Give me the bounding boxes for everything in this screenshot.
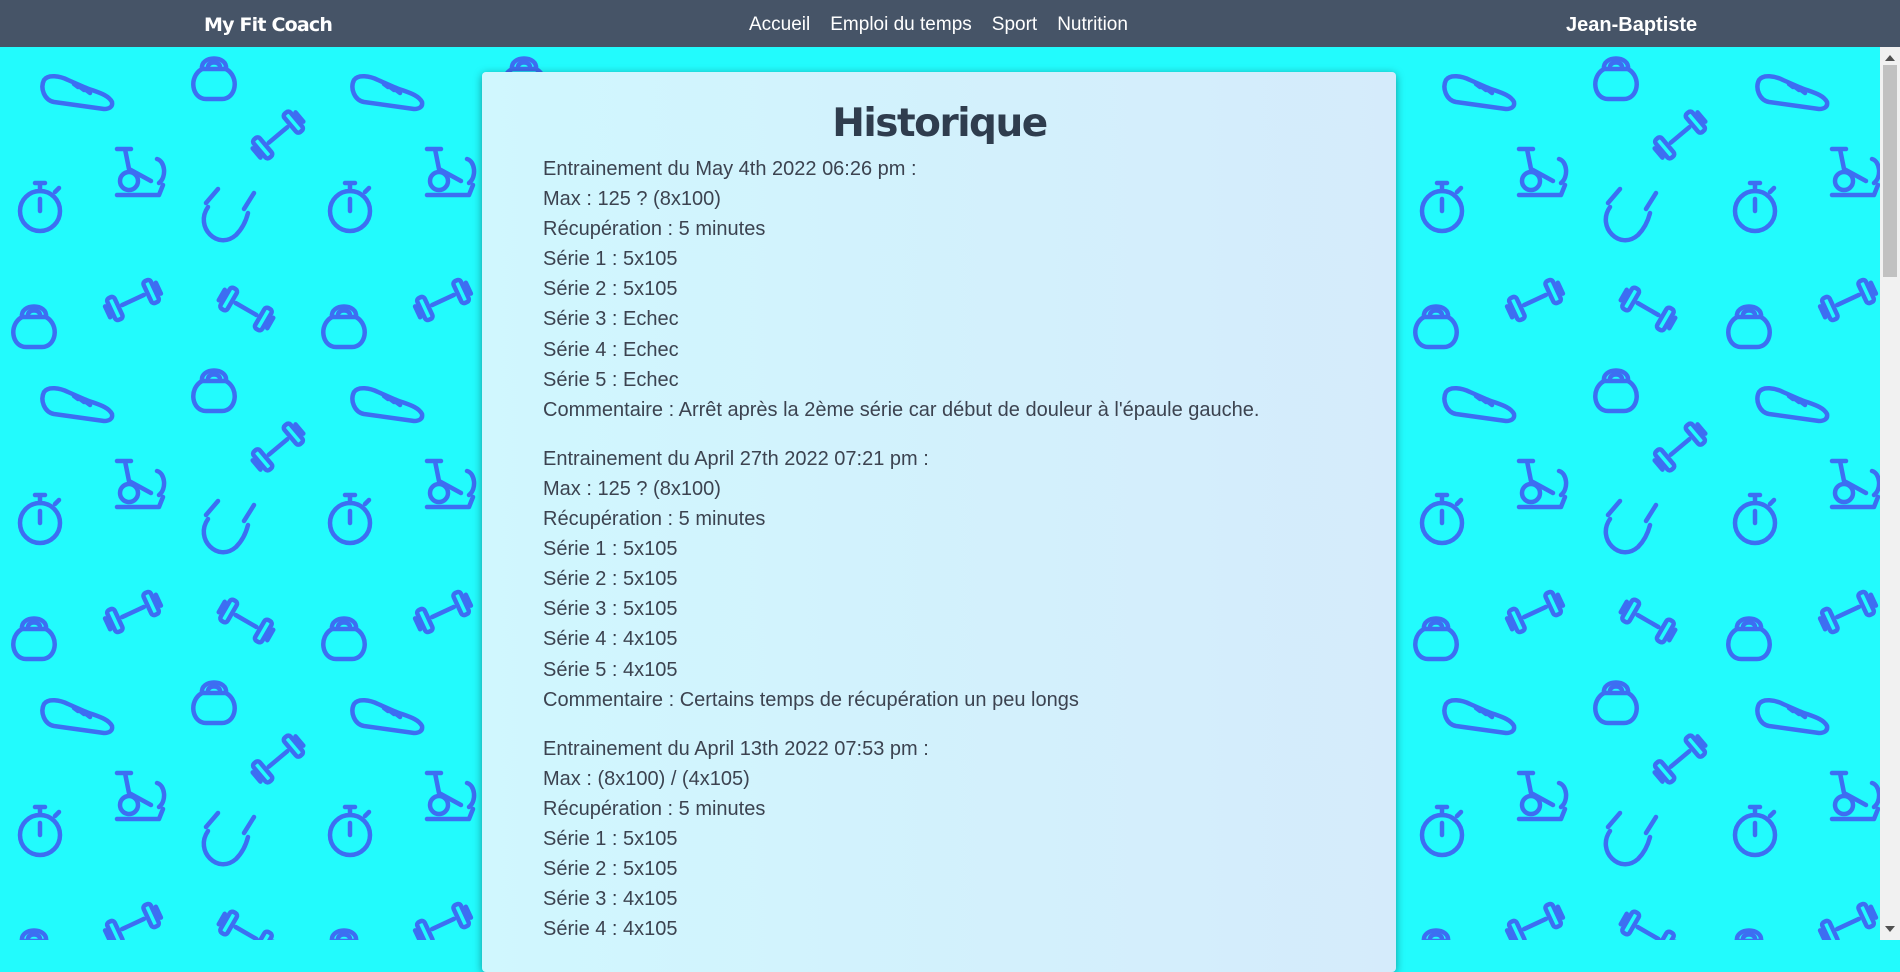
scroll-thumb[interactable] — [1883, 65, 1897, 277]
nav-link-sport[interactable]: Sport — [992, 0, 1037, 47]
series-item: Série 2 : 5x105 — [543, 278, 678, 301]
series-item: Série 2 : 5x105 — [543, 858, 678, 881]
session-entry: Entrainement du May 4th 2022 06:26 pm : … — [543, 154, 1336, 425]
series-item: Série 1 : 5x105 — [543, 538, 678, 561]
series-item: Série 2 : 5x105 — [543, 568, 678, 591]
session-recovery: Récupération : 5 minutes — [543, 508, 766, 531]
series-item: Série 5 : 4x105 — [543, 658, 678, 681]
nav-link-accueil[interactable]: Accueil — [749, 0, 810, 47]
nav-link-nutrition[interactable]: Nutrition — [1057, 0, 1128, 47]
scroll-down-arrow-icon[interactable] — [1885, 926, 1895, 932]
series-item: Série 3 : 4x105 — [543, 888, 678, 911]
top-navbar: My Fit Coach Accueil Emploi du temps Spo… — [0, 0, 1900, 47]
session-max: Max : 125 ? (8x100) — [543, 477, 721, 500]
session-comment: Commentaire : Certains temps de récupéra… — [543, 688, 1079, 711]
session-max: Max : (8x100) / (4x105) — [543, 767, 750, 790]
session-entry: Entrainement du April 27th 2022 07:21 pm… — [543, 444, 1336, 715]
scroll-up-arrow-icon[interactable] — [1885, 55, 1895, 61]
series-item: Série 4 : 4x105 — [543, 628, 678, 651]
series-item: Série 5 : Echec — [543, 368, 679, 391]
session-comment: Commentaire : Arrêt après la 2ème série … — [543, 398, 1260, 421]
session-header: Entrainement du April 13th 2022 07:53 pm… — [543, 737, 929, 760]
user-name[interactable]: Jean-Baptiste — [1566, 0, 1697, 50]
session-entry: Entrainement du April 13th 2022 07:53 pm… — [543, 734, 1336, 945]
session-header: Entrainement du May 4th 2022 06:26 pm : — [543, 158, 917, 180]
session-recovery: Récupération : 5 minutes — [543, 218, 766, 241]
series-item: Série 3 : 5x105 — [543, 598, 678, 621]
session-max: Max : 125 ? (8x100) — [543, 188, 721, 211]
series-item: Série 1 : 5x105 — [543, 248, 678, 271]
series-item: Série 3 : Echec — [543, 308, 679, 331]
nav-links: Accueil Emploi du temps Sport Nutrition — [749, 0, 1148, 47]
series-item: Série 4 : Echec — [543, 338, 679, 361]
session-recovery: Récupération : 5 minutes — [543, 797, 766, 820]
brand-logo[interactable]: My Fit Coach — [204, 0, 333, 47]
page-title: Historique — [832, 101, 1048, 146]
history-card: Historique Entrainement du May 4th 2022 … — [482, 72, 1396, 972]
nav-link-emploi-du-temps[interactable]: Emploi du temps — [830, 0, 972, 47]
page-scrollbar[interactable] — [1880, 47, 1900, 940]
session-header: Entrainement du April 27th 2022 07:21 pm… — [543, 447, 929, 470]
series-item: Série 1 : 5x105 — [543, 827, 678, 850]
